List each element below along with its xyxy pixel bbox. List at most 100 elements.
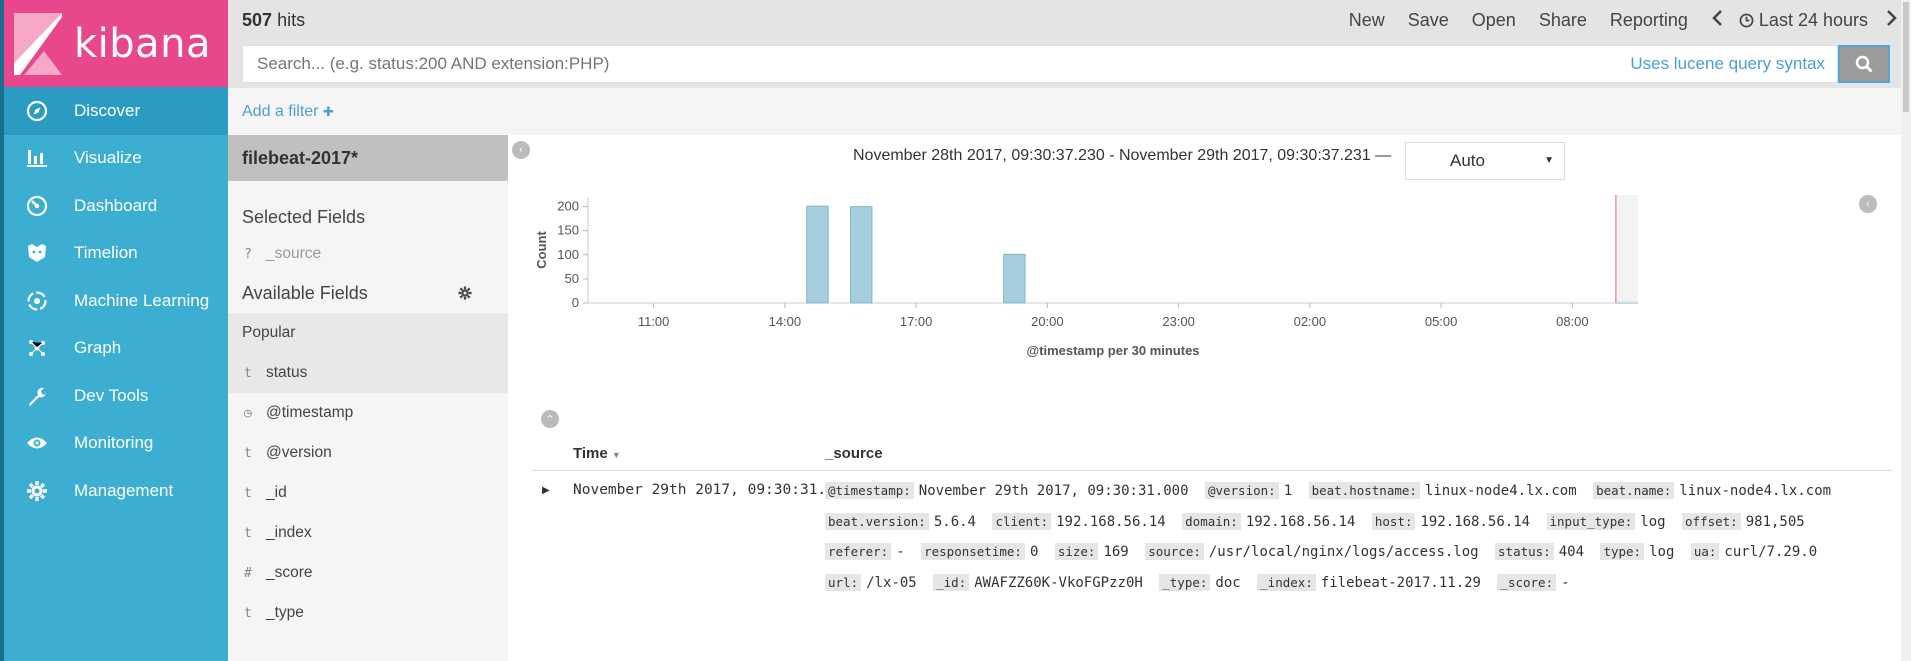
field-name: _source (266, 245, 322, 262)
sort-down-icon: ▼ (611, 450, 621, 460)
chart-collapse-icon[interactable]: ⌃ (541, 410, 559, 428)
interval-select[interactable]: Auto ▼ (1405, 142, 1565, 180)
x-tick-label: 08:00 (1556, 314, 1589, 329)
nav-item-dev-tools[interactable]: Dev Tools (4, 372, 228, 420)
nav-item-label: Machine Learning (74, 290, 210, 310)
field-settings-gear-icon[interactable] (458, 286, 472, 305)
time-forward-icon[interactable] (1886, 9, 1897, 31)
x-tick-label: 05:00 (1425, 314, 1458, 329)
share-button[interactable]: Share (1539, 10, 1587, 31)
save-button[interactable]: Save (1408, 10, 1449, 31)
sidebar-collapse-icon[interactable]: ‹ (512, 141, 530, 159)
source-value: 981,505 (1745, 513, 1805, 530)
table-row[interactable]: ▶ November 29th 2017, 09:30:31.000 @time… (532, 471, 1892, 661)
field-type-icon: t (244, 445, 252, 461)
nav-item-visualize[interactable]: Visualize (4, 135, 228, 183)
field-item[interactable]: t _index (228, 513, 508, 553)
source-value: November 29th 2017, 09:30:31.000 (918, 483, 1189, 499)
source-key: type: (1600, 543, 1645, 560)
time-back-icon[interactable] (1712, 9, 1723, 31)
field-type-icon: t (244, 605, 252, 621)
hits-count: 507 hits (242, 9, 306, 30)
field-item[interactable]: # _score (228, 553, 508, 593)
source-key: input_type: (1546, 512, 1636, 530)
field-item[interactable]: t status (228, 353, 508, 393)
field-item[interactable]: t _id (228, 473, 508, 513)
source-value: log (1649, 544, 1675, 560)
nav-item-label: Management (74, 480, 174, 500)
field-type-icon: # (244, 565, 252, 581)
source-value: - (1561, 574, 1570, 591)
discover-main: ‹ November 28th 2017, 09:30:37.230 - Nov… (508, 135, 1911, 661)
search-button[interactable] (1838, 45, 1890, 83)
kibana-logo-icon (14, 12, 62, 75)
source-key: offset: (1682, 512, 1741, 530)
source-key: referer: (825, 543, 892, 560)
plus-icon: ✚ (322, 103, 334, 119)
nav-item-label: Graph (74, 338, 122, 358)
field-item[interactable]: ◷ @timestamp (228, 393, 508, 433)
time-picker-label: Last 24 hours (1758, 9, 1868, 30)
nav-item-label: Dev Tools (74, 385, 149, 405)
histogram-bar (850, 206, 873, 304)
x-tick-label: 20:00 (1031, 314, 1064, 329)
source-value: 1 (1283, 483, 1293, 499)
graph-icon (24, 335, 50, 361)
source-key: responsetime: (921, 543, 1025, 560)
nav-item-monitoring[interactable]: Monitoring (4, 420, 228, 468)
col-source: _source (825, 445, 883, 462)
y-tick-label: 100 (557, 247, 579, 262)
time-range-label: November 28th 2017, 09:30:37.230 - Novem… (853, 147, 1392, 164)
machine-learning-icon (24, 288, 50, 314)
scrollbar-thumb[interactable] (1903, 2, 1909, 112)
nav-item-machine-learning[interactable]: Machine Learning (4, 277, 228, 325)
kibana-logo[interactable]: kibana (4, 0, 228, 87)
source-key: ua: (1690, 543, 1720, 560)
field-type-icon: ? (244, 246, 252, 262)
new-button[interactable]: New (1349, 10, 1385, 31)
add-filter-link[interactable]: Add a filter ✚ (242, 103, 334, 121)
future-shade (1616, 195, 1638, 303)
col-time[interactable]: Time ▼ (573, 445, 621, 462)
expand-row-icon[interactable]: ▶ (542, 485, 550, 496)
lucene-syntax-link[interactable]: Uses lucene query syntax (1630, 54, 1837, 74)
x-tick-label: 02:00 (1294, 314, 1327, 329)
x-tick-label: 23:00 (1162, 314, 1195, 329)
source-value: doc (1215, 574, 1241, 591)
top-bar: 507 hits New Save Open Share Reporting L… (228, 0, 1911, 40)
available-fields-title: Available Fields (242, 282, 368, 303)
selected-fields-title: Selected Fields (242, 207, 366, 227)
source-key: source: (1145, 543, 1204, 560)
reporting-button[interactable]: Reporting (1610, 10, 1688, 31)
source-key: _id: (933, 573, 970, 591)
field-item[interactable]: t @version (228, 433, 508, 473)
nav-item-dashboard[interactable]: Dashboard (4, 182, 228, 230)
page-scrollbar[interactable] (1901, 0, 1911, 661)
index-pattern[interactable]: filebeat-2017* (228, 135, 508, 181)
source-key: @version: (1204, 482, 1279, 499)
time-picker[interactable]: Last 24 hours (1739, 10, 1868, 31)
y-tick-label: 150 (557, 223, 579, 238)
source-value: 0 (1029, 544, 1039, 560)
source-key: status: (1495, 543, 1554, 560)
field-item[interactable]: t _type (228, 593, 508, 633)
search-input[interactable] (243, 46, 1631, 82)
source-key: beat.name: (1593, 482, 1675, 499)
bar-chart-icon (24, 145, 50, 171)
brand-name: kibana (74, 20, 212, 67)
nav-item-management[interactable]: Management (4, 467, 228, 515)
nav-item-label: Dashboard (74, 195, 158, 215)
filter-row: Add a filter ✚ (228, 88, 1911, 135)
source-value: 192.168.56.14 (1245, 513, 1356, 530)
nav-item-discover[interactable]: Discover (4, 87, 228, 135)
field-type-icon: t (244, 365, 252, 381)
timelion-icon (24, 240, 50, 266)
field-item[interactable]: ? _source (228, 239, 508, 269)
x-tick-label: 17:00 (900, 314, 933, 329)
nav-list: Discover Visualize Dashboard Timelion Machin… (4, 87, 228, 515)
nav-item-graph[interactable]: Graph (4, 325, 228, 373)
open-button[interactable]: Open (1472, 10, 1516, 31)
nav-item-timelion[interactable]: Timelion (4, 230, 228, 278)
x-axis-label: @timestamp per 30 minutes (1026, 343, 1199, 358)
source-value: linux-node4.lx.com (1679, 483, 1832, 499)
